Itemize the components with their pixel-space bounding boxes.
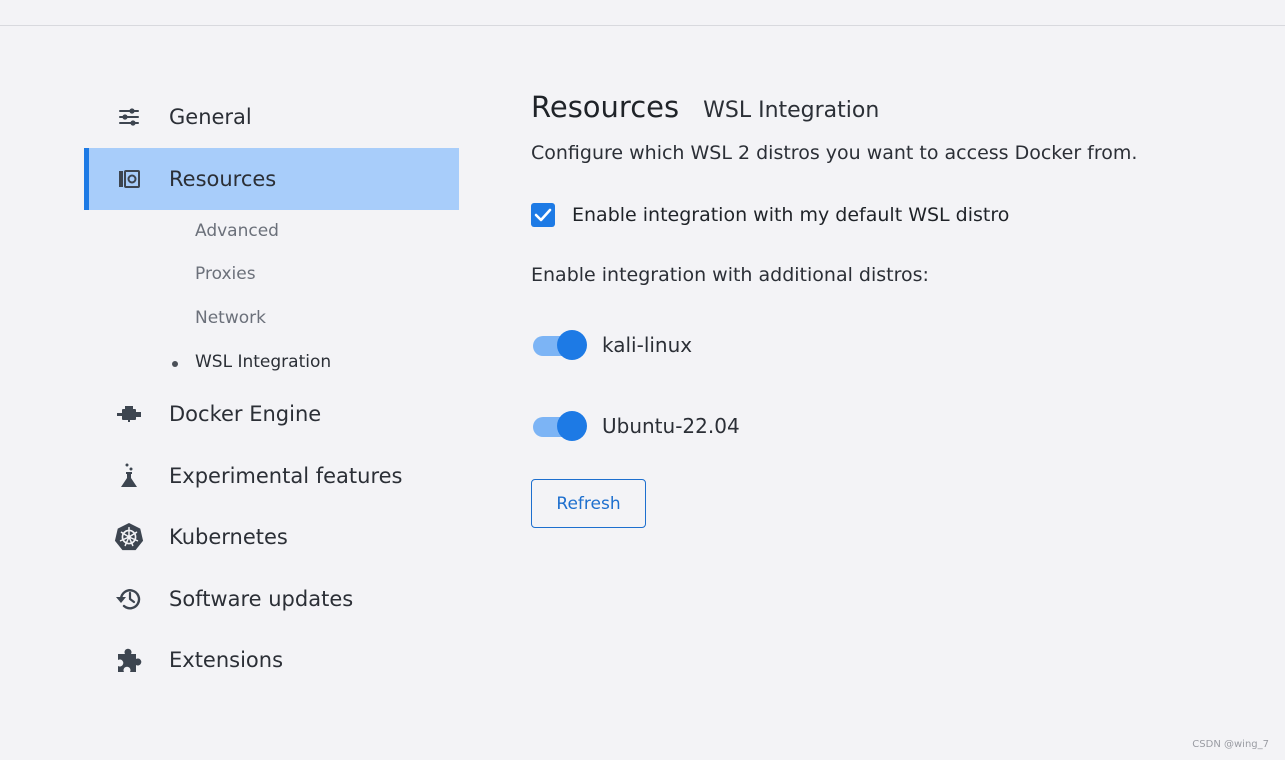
toggle-knob (557, 330, 587, 360)
sidebar-item-label: Resources (169, 167, 277, 191)
sidebar-subitem-proxies[interactable]: Proxies (195, 264, 256, 284)
sidebar-item-label: Extensions (169, 648, 284, 672)
distro-name: kali-linux (602, 333, 693, 357)
page-title: Resources (531, 90, 680, 124)
checkmark-icon (534, 208, 552, 222)
page-description: Configure which WSL 2 distros you want t… (531, 142, 1138, 164)
sidebar-item-kubernetes[interactable]: Kubernetes (84, 506, 459, 568)
sidebar-item-experimental-features[interactable]: Experimental features (84, 445, 459, 507)
top-divider (0, 25, 1285, 26)
engine-icon (114, 399, 144, 429)
title-row: Resources WSL Integration (531, 90, 879, 124)
sliders-icon (114, 102, 144, 132)
sidebar-subitem-wsl-integration[interactable]: WSL Integration (172, 352, 332, 372)
distro-toggle-ubuntu[interactable] (531, 411, 589, 441)
flask-icon (114, 461, 144, 491)
resources-icon (114, 164, 144, 194)
sidebar-item-extensions[interactable]: Extensions (84, 629, 459, 691)
sidebar-subitem-label: WSL Integration (195, 352, 332, 372)
kubernetes-icon (114, 522, 144, 552)
additional-distros-label: Enable integration with additional distr… (531, 264, 929, 286)
distro-toggle-kali-linux[interactable] (531, 330, 589, 360)
refresh-button[interactable]: Refresh (531, 479, 646, 528)
puzzle-icon (114, 645, 144, 675)
sidebar-item-resources[interactable]: Resources (84, 148, 459, 210)
current-bullet (172, 361, 178, 367)
sidebar-item-docker-engine[interactable]: Docker Engine (84, 383, 459, 445)
distro-name: Ubuntu-22.04 (602, 414, 740, 438)
sidebar-item-label: Experimental features (169, 464, 403, 488)
distro-row-kali-linux: kali-linux (531, 330, 692, 360)
default-integration-row: Enable integration with my default WSL d… (531, 203, 1009, 227)
history-icon (114, 584, 144, 614)
distro-row-ubuntu: Ubuntu-22.04 (531, 411, 740, 441)
sidebar-item-label: Docker Engine (169, 402, 322, 426)
sidebar-subitem-network[interactable]: Network (195, 308, 266, 328)
watermark: CSDN @wing_7 (1192, 739, 1269, 750)
sidebar-subitem-advanced[interactable]: Advanced (195, 221, 279, 241)
default-integration-label: Enable integration with my default WSL d… (572, 204, 1010, 226)
sidebar-item-general[interactable]: General (84, 86, 459, 148)
sidebar-item-software-updates[interactable]: Software updates (84, 568, 459, 630)
page-subtitle: WSL Integration (703, 98, 880, 123)
sidebar-item-label: Kubernetes (169, 525, 288, 549)
toggle-knob (557, 411, 587, 441)
sidebar-item-label: General (169, 105, 252, 129)
sidebar-item-label: Software updates (169, 587, 354, 611)
default-integration-checkbox[interactable] (531, 203, 555, 227)
